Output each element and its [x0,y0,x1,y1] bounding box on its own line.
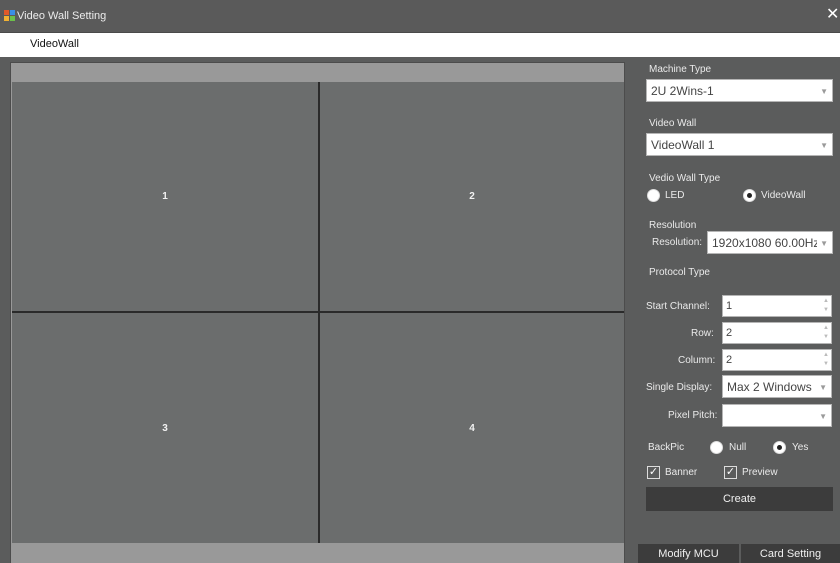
chevron-down-icon: ▼ [819,383,827,392]
create-button[interactable]: Create [646,487,833,511]
backpic-yes-radio[interactable] [773,441,786,454]
spinner-arrows-icon[interactable]: ▲ ▼ [823,351,829,369]
backpic-label: BackPic [648,442,685,453]
wall-type-videowall-label: VideoWall [761,190,806,201]
preview-label: Preview [742,467,778,478]
menu-bar: VideoWall [0,33,840,57]
single-display-select[interactable]: Max 2 Windows ▼ [722,375,832,398]
video-wall-label: Video Wall [649,118,697,129]
row-input[interactable]: 2 ▲ ▼ [722,322,832,344]
backpic-null-label: Null [729,442,747,453]
resolution-label: Resolution: [652,237,703,248]
app-icon [4,10,15,21]
video-wall-value: VideoWall 1 [651,138,715,152]
spinner-arrows-icon[interactable]: ▲ ▼ [823,297,829,315]
column-label: Column: [678,355,716,366]
title-bar: Video Wall Setting ✕ [0,0,840,33]
wall-footer-strip [11,544,624,563]
machine-type-select[interactable]: 2U 2Wins-1 ▼ [646,79,833,102]
chevron-down-icon: ▼ [820,87,828,96]
wall-grid: 1 2 3 4 [12,82,624,543]
video-wall-select[interactable]: VideoWall 1 ▼ [646,133,833,156]
spinner-arrows-icon[interactable]: ▲ ▼ [823,324,829,342]
start-channel-input[interactable]: 1 ▲ ▼ [722,295,832,317]
machine-type-value: 2U 2Wins-1 [651,84,714,98]
start-channel-label: Start Channel: [646,301,710,312]
start-channel-value: 1 [726,300,733,312]
wall-type-videowall-radio[interactable] [743,189,756,202]
backpic-null-radio[interactable] [710,441,723,454]
wall-cell-4[interactable]: 4 [320,313,624,543]
window-title: Video Wall Setting [17,10,107,22]
cell-number: 4 [469,422,475,434]
close-icon[interactable]: ✕ [826,6,840,24]
chevron-down-icon: ▼ [819,412,827,421]
cell-number: 1 [162,191,168,202]
wall-type-led-radio[interactable] [647,189,660,202]
resolution-value: 1920x1080 60.00Hz [712,236,820,250]
preview-checkbox[interactable]: ✓ [724,466,737,479]
resolution-section-label: Resolution [649,220,697,231]
machine-type-label: Machine Type [649,64,712,75]
cell-number: 3 [162,422,168,434]
card-setting-button[interactable]: Card Setting [741,544,840,563]
row-label: Row: [691,328,714,339]
pixel-pitch-select[interactable]: ▼ [722,404,832,427]
backpic-yes-label: Yes [792,442,809,453]
row-value: 2 [726,327,733,339]
wall-header-strip [11,63,624,81]
pixel-pitch-label: Pixel Pitch: [668,410,718,421]
resolution-select[interactable]: 1920x1080 60.00Hz ▼ [707,231,833,254]
single-display-value: Max 2 Windows [727,380,812,394]
menu-item-videowall[interactable]: VideoWall [30,38,79,50]
column-value: 2 [726,354,733,366]
banner-checkbox[interactable]: ✓ [647,466,660,479]
wall-type-label: Vedio Wall Type [649,173,721,184]
protocol-type-label: Protocol Type [649,267,710,278]
chevron-down-icon: ▼ [817,239,828,248]
wall-cell-1[interactable]: 1 [12,82,318,311]
chevron-down-icon: ▼ [820,141,828,150]
wall-cell-3[interactable]: 3 [12,313,318,543]
wall-cell-2[interactable]: 2 [320,82,624,311]
banner-label: Banner [665,467,698,478]
cell-number: 2 [469,191,475,202]
video-wall-preview: 1 2 3 4 [10,62,625,563]
wall-type-led-label: LED [665,190,685,201]
settings-panel: Machine Type 2U 2Wins-1 ▼ Video Wall Vid… [638,57,840,563]
modify-mcu-button[interactable]: Modify MCU [638,544,739,563]
single-display-label: Single Display: [646,382,713,393]
column-input[interactable]: 2 ▲ ▼ [722,349,832,371]
